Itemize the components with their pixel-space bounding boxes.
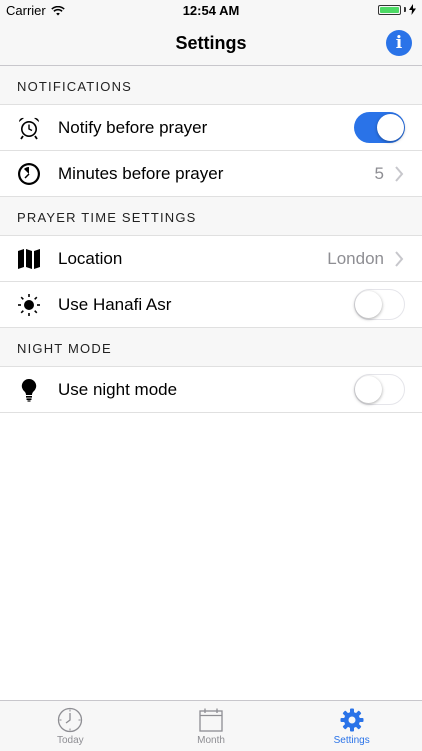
status-right xyxy=(378,4,416,15)
tab-month-label: Month xyxy=(197,735,225,746)
notify-label: Notify before prayer xyxy=(58,117,208,137)
tab-today[interactable]: Today xyxy=(0,701,141,751)
info-button[interactable]: i xyxy=(386,30,412,56)
location-value: London xyxy=(327,248,384,268)
charging-icon xyxy=(409,4,416,15)
gear-icon xyxy=(340,708,364,732)
row-hanafi-asr: Use Hanafi Asr xyxy=(0,282,422,328)
minutes-value: 5 xyxy=(374,163,384,183)
toggle-knob xyxy=(355,375,382,403)
battery-icon xyxy=(378,4,401,15)
hanafi-toggle[interactable] xyxy=(354,289,405,320)
chevron-right-icon xyxy=(395,165,404,182)
row-night-mode: Use night mode xyxy=(0,367,422,413)
status-time: 12:54 AM xyxy=(182,3,240,18)
alarm-clock-icon xyxy=(17,116,41,140)
calendar-icon xyxy=(199,708,223,732)
row-location[interactable]: Location London xyxy=(0,236,422,282)
row-minutes-before-prayer[interactable]: Minutes before prayer 5 xyxy=(0,151,422,197)
hanafi-label: Use Hanafi Asr xyxy=(58,294,172,314)
toggle-knob xyxy=(355,290,382,318)
battery-tip xyxy=(404,7,406,12)
settings-list: NOTIFICATIONS Notify before prayer Minut… xyxy=(0,66,422,700)
tab-today-label: Today xyxy=(56,735,84,746)
clock-icon xyxy=(58,707,83,733)
toggle-knob xyxy=(377,114,404,141)
tab-bar: Today Month Settings xyxy=(0,700,422,751)
chevron-right-icon xyxy=(395,250,404,267)
map-icon xyxy=(17,247,41,271)
section-header-night-mode: NIGHT MODE xyxy=(0,328,422,367)
row-notify-before-prayer: Notify before prayer xyxy=(0,105,422,151)
timer-icon xyxy=(17,162,41,186)
tab-settings-label: Settings xyxy=(333,735,370,746)
section-header-notifications: NOTIFICATIONS xyxy=(0,66,422,105)
section-header-prayer-time: PRAYER TIME SETTINGS xyxy=(0,197,422,236)
status-bar: Carrier 12:54 AM xyxy=(0,0,422,22)
info-icon: i xyxy=(395,33,403,53)
notify-toggle[interactable] xyxy=(354,112,405,143)
night-mode-label: Use night mode xyxy=(58,379,178,399)
location-label: Location xyxy=(58,248,123,268)
sun-icon xyxy=(17,293,41,317)
minutes-label: Minutes before prayer xyxy=(58,163,224,183)
night-mode-toggle[interactable] xyxy=(354,374,405,405)
page-title: Settings xyxy=(175,33,247,53)
navigation-bar: Settings i xyxy=(0,22,422,66)
tab-month[interactable]: Month xyxy=(141,701,282,751)
tab-settings[interactable]: Settings xyxy=(281,701,422,751)
lightbulb-icon xyxy=(17,378,41,402)
